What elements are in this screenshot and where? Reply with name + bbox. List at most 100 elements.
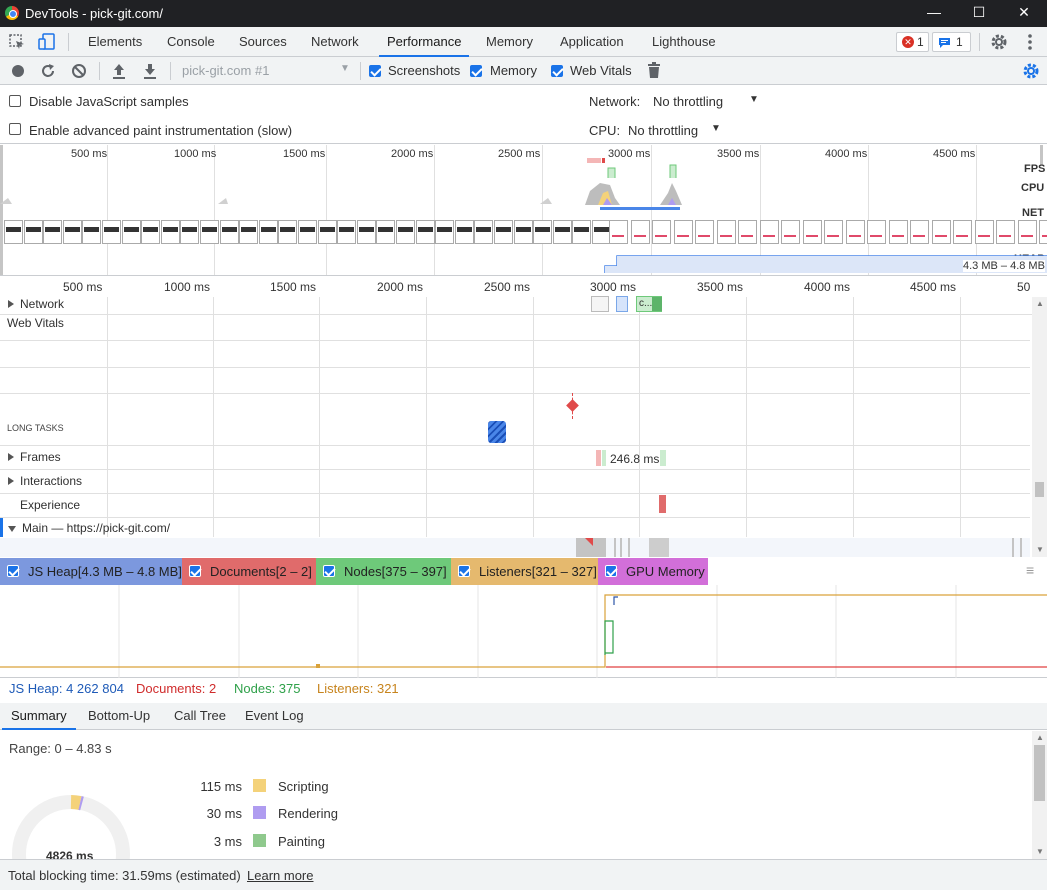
- screenshot-thumbnail[interactable]: [454, 220, 474, 244]
- screenshot-thumbnail[interactable]: [43, 220, 63, 244]
- screenshot-thumbnail[interactable]: [609, 220, 628, 244]
- tab-sources[interactable]: Sources: [231, 27, 295, 57]
- minimize-button[interactable]: —: [911, 0, 957, 27]
- frames-track-toggle[interactable]: Frames: [8, 450, 61, 464]
- profile-select[interactable]: pick-git.com #1: [182, 63, 269, 78]
- inspect-element-icon[interactable]: [9, 34, 25, 50]
- web-vitals-checkbox[interactable]: [551, 65, 563, 77]
- scroll-up-icon[interactable]: ▲: [1036, 733, 1044, 742]
- save-profile-icon[interactable]: [142, 62, 158, 80]
- scrollbar-thumb[interactable]: [1034, 745, 1045, 801]
- screenshot-thumbnail[interactable]: [738, 220, 757, 244]
- record-icon[interactable]: [10, 63, 26, 79]
- tab-bottom-up[interactable]: Bottom-Up: [79, 703, 159, 730]
- screenshot-thumbnail[interactable]: [4, 220, 23, 244]
- screenshot-thumbnail[interactable]: [781, 220, 800, 244]
- gpu-memory-checkbox[interactable]: [605, 565, 617, 577]
- screenshot-thumbnail[interactable]: [1017, 220, 1037, 244]
- tab-application[interactable]: Application: [552, 27, 632, 57]
- screenshot-thumbnail[interactable]: [396, 220, 415, 244]
- summary-scrollbar[interactable]: ▲ ▼: [1032, 731, 1047, 859]
- screenshot-thumbnail[interactable]: [239, 220, 259, 244]
- frame-bar[interactable]: [602, 450, 606, 466]
- screenshot-thumbnail[interactable]: [474, 220, 494, 244]
- screenshot-thumbnail[interactable]: [62, 220, 82, 244]
- screenshots-strip[interactable]: (function(){var h='';for(var i=0;i<31;i+…: [4, 220, 611, 244]
- tab-memory[interactable]: Memory: [478, 27, 541, 57]
- nodes-checkbox[interactable]: [323, 565, 335, 577]
- tab-call-tree[interactable]: Call Tree: [165, 703, 235, 730]
- drag-handle-icon[interactable]: ≡: [1026, 562, 1034, 578]
- tab-elements[interactable]: Elements: [80, 27, 150, 57]
- screenshot-thumbnail[interactable]: [931, 220, 951, 244]
- device-toolbar-icon[interactable]: [38, 33, 56, 51]
- cpu-throttle-select[interactable]: No throttling: [628, 123, 698, 138]
- close-window-button[interactable]: ✕: [1001, 0, 1047, 27]
- screenshot-thumbnail[interactable]: [317, 220, 337, 244]
- disable-js-samples-checkbox[interactable]: [9, 95, 21, 107]
- screenshot-thumbnail[interactable]: [513, 220, 533, 244]
- screenshot-thumbnail[interactable]: [337, 220, 357, 244]
- reload-record-icon[interactable]: [40, 63, 56, 79]
- tab-network[interactable]: Network: [303, 27, 367, 57]
- screenshot-thumbnail[interactable]: [673, 220, 693, 244]
- advanced-paint-checkbox[interactable]: [9, 123, 21, 135]
- screenshot-thumbnail[interactable]: [23, 220, 43, 244]
- screenshot-thumbnail[interactable]: [200, 220, 219, 244]
- messages-badge[interactable]: 1: [932, 32, 971, 52]
- counter-nodes[interactable]: Nodes[375 – 397]: [316, 558, 451, 585]
- screenshot-thumbnail[interactable]: [552, 220, 572, 244]
- documents-checkbox[interactable]: [189, 565, 201, 577]
- scroll-down-icon[interactable]: ▼: [1036, 545, 1044, 554]
- screenshot-thumbnail[interactable]: [888, 220, 908, 244]
- js-heap-checkbox[interactable]: [7, 565, 19, 577]
- screenshot-thumbnail[interactable]: [494, 220, 513, 244]
- screenshot-thumbnail[interactable]: [219, 220, 239, 244]
- screenshot-thumbnail[interactable]: [759, 220, 779, 244]
- screenshot-thumbnail[interactable]: [974, 220, 994, 244]
- screenshots-strip-loaded[interactable]: (function(){var h='';for(var i=0;i<21;i+…: [609, 220, 1047, 244]
- main-thread-activity[interactable]: [0, 538, 1030, 557]
- screenshot-thumbnail[interactable]: [996, 220, 1015, 244]
- network-track-toggle[interactable]: Network: [8, 297, 64, 311]
- error-badge[interactable]: ✕ 1: [896, 32, 929, 52]
- more-options-icon[interactable]: [1025, 33, 1035, 51]
- screenshot-thumbnail[interactable]: [160, 220, 180, 244]
- maximize-button[interactable]: ☐: [956, 0, 1002, 27]
- load-profile-icon[interactable]: [111, 62, 127, 80]
- screenshot-thumbnail[interactable]: [82, 220, 102, 244]
- screenshot-thumbnail[interactable]: [298, 220, 317, 244]
- screenshot-thumbnail[interactable]: [802, 220, 822, 244]
- listeners-checkbox[interactable]: [458, 565, 470, 577]
- screenshot-thumbnail[interactable]: [278, 220, 298, 244]
- tab-event-log[interactable]: Event Log: [236, 703, 313, 730]
- network-throttle-select[interactable]: No throttling: [653, 94, 723, 109]
- long-task-bar[interactable]: [488, 421, 506, 443]
- tab-performance[interactable]: Performance: [379, 27, 470, 57]
- scrollbar-thumb[interactable]: [1035, 482, 1044, 497]
- screenshot-thumbnail[interactable]: [258, 220, 278, 244]
- screenshot-thumbnail[interactable]: [415, 220, 435, 244]
- main-thread-track-toggle[interactable]: Main — https://pick-git.com/: [8, 521, 170, 535]
- tab-console[interactable]: Console: [159, 27, 223, 57]
- flame-chart[interactable]: 500 ms 1000 ms 1500 ms 2000 ms 2500 ms 3…: [0, 277, 1047, 557]
- screenshot-thumbnail[interactable]: [953, 220, 972, 244]
- screenshot-thumbnail[interactable]: [652, 220, 671, 244]
- layout-shift-marker[interactable]: [659, 495, 666, 513]
- frame-dropped[interactable]: [596, 450, 601, 466]
- timeline-overview[interactable]: 500 ms 1000 ms 1500 ms 2000 ms 2500 ms 3…: [0, 145, 1047, 276]
- screenshot-thumbnail[interactable]: [824, 220, 843, 244]
- garbage-collect-icon[interactable]: [647, 62, 661, 79]
- flame-scrollbar[interactable]: ▲ ▼: [1032, 297, 1047, 557]
- screenshot-thumbnail[interactable]: [121, 220, 141, 244]
- frame-bar[interactable]: [660, 450, 666, 466]
- counter-documents[interactable]: Documents[2 – 2]: [182, 558, 316, 585]
- network-request-bar[interactable]: [591, 296, 609, 312]
- screenshots-checkbox[interactable]: [369, 65, 381, 77]
- screenshot-thumbnail[interactable]: [356, 220, 376, 244]
- clear-icon[interactable]: [71, 63, 87, 79]
- scroll-up-icon[interactable]: ▲: [1036, 299, 1044, 308]
- chevron-down-icon[interactable]: ▼: [711, 123, 721, 134]
- settings-gear-icon[interactable]: [990, 33, 1008, 51]
- screenshot-thumbnail[interactable]: [180, 220, 200, 244]
